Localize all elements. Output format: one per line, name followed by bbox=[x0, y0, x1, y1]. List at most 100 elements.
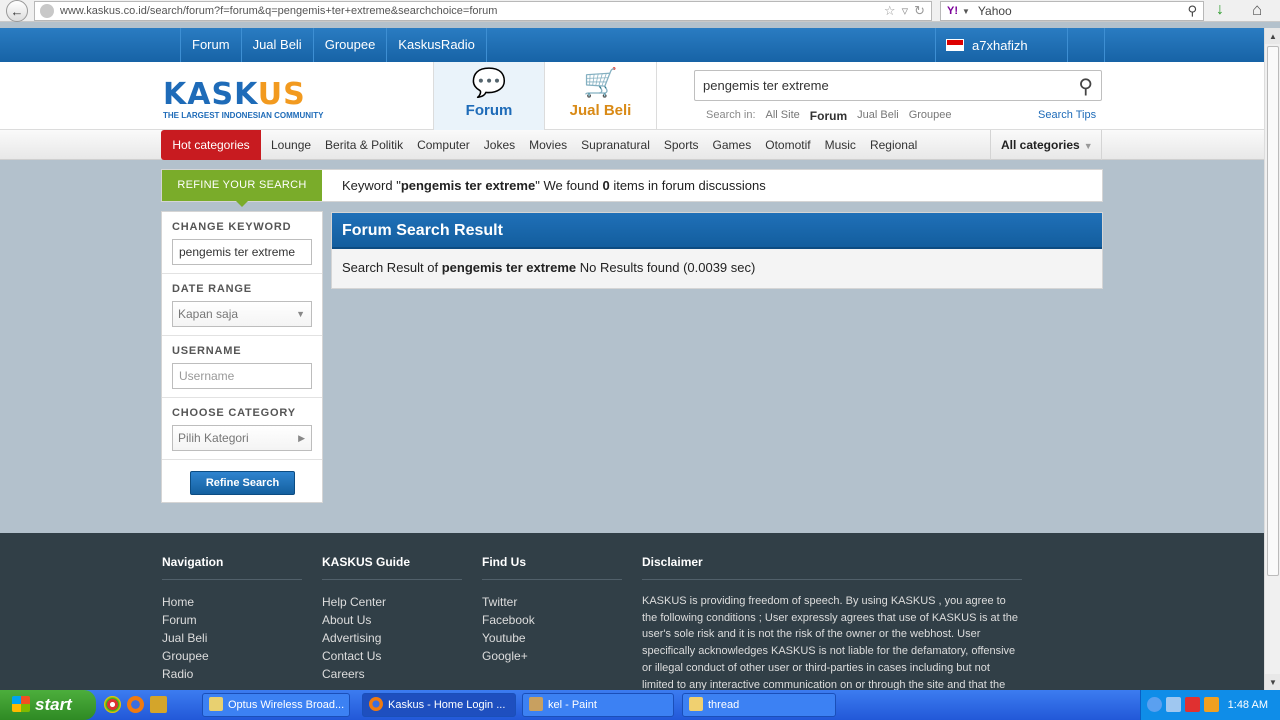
category-supranatural[interactable]: Supranatural bbox=[574, 130, 657, 160]
footer-disclaimer-title: Disclaimer bbox=[642, 555, 703, 569]
forum-mascot-icon: 💬 bbox=[471, 67, 507, 98]
search-icon[interactable]: ⚲ bbox=[1187, 3, 1203, 19]
tab-forum[interactable]: 💬 Forum bbox=[433, 62, 545, 130]
footer-link-forum[interactable]: Forum bbox=[162, 611, 302, 629]
mail-icon[interactable] bbox=[1204, 697, 1219, 712]
category-movies[interactable]: Movies bbox=[522, 130, 574, 160]
footer-link-radio[interactable]: Radio bbox=[162, 665, 302, 683]
refine-summary-bar: REFINE YOUR SEARCH Keyword "pengemis ter… bbox=[161, 169, 1103, 207]
chevron-down-icon[interactable]: ▼ bbox=[962, 7, 970, 16]
taskbar-item-kaskus[interactable]: Kaskus - Home Login ... bbox=[362, 693, 516, 717]
tray-expand-icon[interactable] bbox=[1147, 697, 1162, 712]
topnav-forum[interactable]: Forum bbox=[180, 28, 241, 62]
category-value: Pilih Kategori bbox=[178, 431, 249, 445]
search-input[interactable] bbox=[695, 78, 1055, 93]
kaskus-logo[interactable]: KASKUS THE LARGEST INDONESIAN COMMUNITY bbox=[163, 80, 343, 121]
change-keyword-label: CHANGE KEYWORD bbox=[172, 221, 292, 233]
windows-logo-icon bbox=[12, 696, 30, 712]
footer-link-advertising[interactable]: Advertising bbox=[322, 629, 462, 647]
category-otomotif[interactable]: Otomotif bbox=[758, 130, 817, 160]
tab-jual-beli[interactable]: 🛒 Jual Beli bbox=[545, 62, 657, 130]
search-tips-link[interactable]: Search Tips bbox=[1038, 109, 1096, 121]
taskbar-item-optus[interactable]: Optus Wireless Broad... bbox=[202, 693, 350, 717]
antivirus-icon[interactable] bbox=[1185, 697, 1200, 712]
search-scope-groupee[interactable]: Groupee bbox=[909, 109, 952, 123]
refine-sidebar: CHANGE KEYWORD pengemis ter extreme DATE… bbox=[161, 211, 323, 503]
search-icon[interactable]: ⚲ bbox=[1078, 74, 1093, 99]
result-count: 0 bbox=[602, 178, 610, 193]
windows-taskbar: start Optus Wireless Broad... Kaskus - H… bbox=[0, 690, 1280, 720]
keyword-result-message: Keyword "pengemis ter extreme" We found … bbox=[342, 170, 766, 201]
dropdown-icon[interactable]: ▿ bbox=[902, 3, 909, 19]
firefox-icon bbox=[369, 697, 383, 711]
chrome-icon[interactable] bbox=[104, 696, 121, 713]
refine-search-button[interactable]: Refine Search bbox=[190, 471, 295, 495]
username[interactable]: a7xhafizh bbox=[972, 38, 1028, 53]
topnav-kaskusradio[interactable]: KaskusRadio bbox=[386, 28, 487, 62]
search-scope-jual-beli[interactable]: Jual Beli bbox=[857, 109, 899, 123]
category-select[interactable]: Pilih Kategori ▶ bbox=[172, 425, 312, 451]
search-provider-name[interactable]: Yahoo bbox=[978, 4, 1188, 18]
date-range-select[interactable]: Kapan saja ▼ bbox=[172, 301, 312, 327]
search-scope-forum[interactable]: Forum bbox=[810, 109, 847, 123]
firefox-icon[interactable] bbox=[127, 696, 144, 713]
all-categories-dropdown[interactable]: All categories ▼ bbox=[990, 130, 1102, 160]
footer-link-groupee[interactable]: Groupee bbox=[162, 647, 302, 665]
footer-link-jual-beli[interactable]: Jual Beli bbox=[162, 629, 302, 647]
footer-link-home[interactable]: Home bbox=[162, 593, 302, 611]
refine-tab-pointer bbox=[236, 201, 248, 207]
paint-icon bbox=[529, 697, 543, 711]
refine-your-search-tab[interactable]: REFINE YOUR SEARCH bbox=[162, 170, 322, 201]
scroll-down-icon[interactable]: ▼ bbox=[1265, 674, 1280, 690]
browser-search-box[interactable]: Y! ▼ Yahoo ⚲ bbox=[940, 1, 1204, 21]
taskbar-item-thread[interactable]: thread bbox=[682, 693, 836, 717]
scroll-up-icon[interactable]: ▲ bbox=[1265, 28, 1280, 44]
home-icon[interactable]: ⌂ bbox=[1252, 0, 1262, 20]
footer-link-help-center[interactable]: Help Center bbox=[322, 593, 462, 611]
category-sports[interactable]: Sports bbox=[657, 130, 706, 160]
chevron-down-icon: ▼ bbox=[296, 309, 305, 319]
logo-tagline: THE LARGEST INDONESIAN COMMUNITY bbox=[163, 111, 324, 120]
category-music[interactable]: Music bbox=[818, 130, 863, 160]
username-field[interactable]: Username bbox=[172, 363, 312, 389]
footer-link-careers[interactable]: Careers bbox=[322, 665, 462, 683]
network-icon[interactable] bbox=[1166, 697, 1181, 712]
topnav-jual-beli[interactable]: Jual Beli bbox=[240, 28, 313, 62]
taskbar-item-label: kel - Paint bbox=[548, 699, 597, 711]
quick-launch-app-icon[interactable] bbox=[150, 696, 167, 713]
site-footer: Navigation Home Forum Jual Beli Groupee … bbox=[0, 533, 1264, 707]
category-regional[interactable]: Regional bbox=[863, 130, 924, 160]
download-icon[interactable]: ↓ bbox=[1216, 1, 1224, 19]
user-menu[interactable]: a7xhafizh bbox=[935, 28, 1105, 62]
taskbar-item-paint[interactable]: kel - Paint bbox=[522, 693, 674, 717]
reload-icon[interactable]: ↻ bbox=[914, 3, 925, 19]
address-bar[interactable]: www.kaskus.co.id/search/forum?f=forum&q=… bbox=[34, 1, 932, 21]
url-text[interactable]: www.kaskus.co.id/search/forum?f=forum&q=… bbox=[60, 5, 884, 17]
start-label: start bbox=[35, 695, 72, 714]
clock[interactable]: 1:48 AM bbox=[1228, 690, 1268, 720]
footer-link-facebook[interactable]: Facebook bbox=[482, 611, 622, 629]
category-computer[interactable]: Computer bbox=[410, 130, 477, 160]
page-scrollbar[interactable]: ▲ ▼ bbox=[1264, 28, 1280, 690]
footer-link-google-plus[interactable]: Google+ bbox=[482, 647, 622, 665]
search-scope-all-site[interactable]: All Site bbox=[766, 109, 800, 123]
yahoo-icon[interactable]: Y! bbox=[947, 5, 958, 17]
scrollbar-thumb[interactable] bbox=[1267, 46, 1279, 576]
start-button[interactable]: start bbox=[0, 690, 96, 720]
category-games[interactable]: Games bbox=[706, 130, 759, 160]
topnav-groupee[interactable]: Groupee bbox=[312, 28, 387, 62]
keyword-field[interactable]: pengemis ter extreme bbox=[172, 239, 312, 265]
bookmark-star-icon[interactable]: ☆ bbox=[884, 3, 896, 19]
category-berita-politik[interactable]: Berita & Politik bbox=[318, 130, 410, 160]
result-post: No Results found (0.0039 sec) bbox=[576, 260, 756, 275]
footer-link-about-us[interactable]: About Us bbox=[322, 611, 462, 629]
category-lounge[interactable]: Lounge bbox=[264, 130, 318, 160]
footer-link-contact-us[interactable]: Contact Us bbox=[322, 647, 462, 665]
hot-categories-button[interactable]: Hot categories bbox=[161, 130, 261, 160]
category-jokes[interactable]: Jokes bbox=[477, 130, 522, 160]
chevron-right-icon: ▶ bbox=[298, 433, 305, 443]
footer-link-twitter[interactable]: Twitter bbox=[482, 593, 622, 611]
search-in-label: Search in: bbox=[706, 109, 756, 121]
footer-link-youtube[interactable]: Youtube bbox=[482, 629, 622, 647]
back-icon[interactable]: ← bbox=[6, 0, 28, 22]
